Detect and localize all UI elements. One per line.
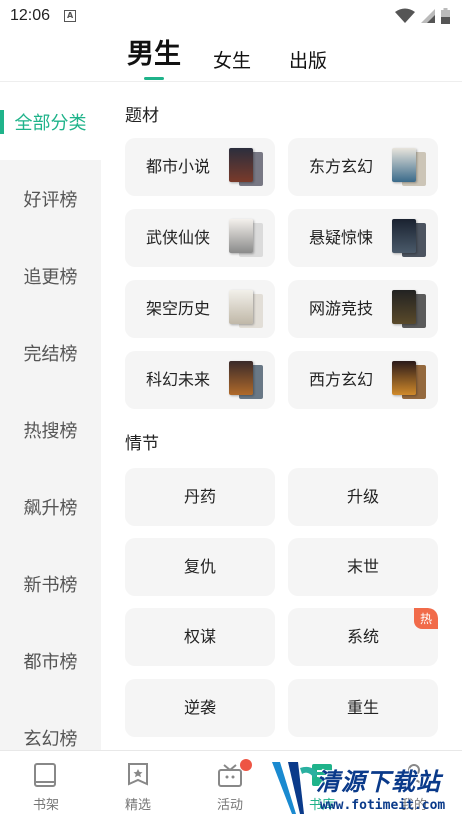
card-label: 武侠仙侠 — [146, 228, 211, 247]
nav-bookshelf[interactable]: 书架 — [0, 751, 92, 821]
genre-card-scifi[interactable]: 科幻未来 — [125, 351, 275, 409]
featured-icon — [128, 763, 148, 786]
genre-card-wuxia[interactable]: 武侠仙侠 — [125, 209, 275, 267]
plot-card-apocalypse[interactable]: 末世 — [288, 538, 438, 596]
card-label: 重生 — [346, 698, 379, 717]
plot-card-comeback[interactable]: 逆袭 — [125, 679, 275, 737]
card-label: 架空历史 — [146, 299, 211, 318]
genre-card-suspense[interactable]: 悬疑惊悚 — [288, 209, 438, 267]
book-cover — [392, 361, 416, 395]
card-label: 权谋 — [183, 627, 216, 646]
nav-featured[interactable]: 精选 — [92, 751, 184, 821]
watermark-title: 清源下载站 — [316, 768, 441, 796]
top-tabs: 男生 女生 出版 — [0, 32, 462, 82]
book-cover — [229, 148, 253, 182]
genre-card-eastern-fantasy[interactable]: 东方玄幻 — [288, 138, 438, 196]
genre-card-western-fantasy[interactable]: 西方玄幻 — [288, 351, 438, 409]
bookshelf-icon — [34, 763, 56, 787]
card-label: 都市小说 — [146, 157, 211, 176]
hot-badge: 热 — [413, 608, 438, 629]
watermark-logo-icon — [272, 762, 318, 814]
nav-label: 书架 — [32, 798, 59, 813]
book-cover — [229, 290, 253, 324]
plot-card-revenge[interactable]: 复仇 — [125, 538, 275, 596]
book-cover-stack — [229, 219, 263, 257]
card-label: 复仇 — [183, 557, 216, 576]
sidebar: 全部分类 好评榜 追更榜 完结榜 热搜榜 飙升榜 新书榜 都市榜 玄幻榜 — [0, 83, 101, 750]
book-cover-stack — [229, 290, 263, 328]
book-cover-stack — [392, 290, 426, 328]
battery-icon — [441, 8, 450, 24]
wifi-icon — [395, 8, 415, 23]
status-bar: 12:06 A — [0, 0, 462, 32]
genre-card-urban[interactable]: 都市小说 — [125, 138, 275, 196]
card-label: 网游竞技 — [309, 299, 374, 318]
card-label: 丹药 — [183, 487, 216, 506]
nav-label: 活动 — [216, 798, 243, 813]
plot-card-scheming[interactable]: 权谋 — [125, 608, 275, 666]
genre-card-gaming[interactable]: 网游竞技 — [288, 280, 438, 338]
card-label: 逆袭 — [183, 698, 216, 717]
watermark: 清源下载站 www.fotimeit.com — [270, 754, 460, 820]
tab-female[interactable]: 女生 — [213, 46, 251, 73]
sidebar-item-most-followed[interactable]: 追更榜 — [0, 237, 101, 314]
card-label: 末世 — [346, 557, 379, 576]
sidebar-item-all[interactable]: 全部分类 — [0, 83, 101, 160]
notification-icon: A — [64, 10, 77, 22]
book-cover-stack — [392, 219, 426, 257]
plot-card-system[interactable]: 系统 热 — [288, 608, 438, 666]
plot-card-rebirth[interactable]: 重生 — [288, 679, 438, 737]
sidebar-item-urban[interactable]: 都市榜 — [0, 622, 101, 699]
sidebar-item-top-rated[interactable]: 好评榜 — [0, 160, 101, 237]
watermark-url: www.fotimeit.com — [320, 798, 446, 813]
book-cover-stack — [229, 361, 263, 399]
sidebar-item-new-books[interactable]: 新书榜 — [0, 545, 101, 622]
status-indicators — [395, 8, 450, 24]
book-cover — [392, 219, 416, 253]
section-title-genre: 题材 — [125, 106, 159, 126]
card-label: 悬疑惊悚 — [309, 228, 374, 247]
notification-dot — [240, 759, 252, 771]
tab-male[interactable]: 男生 — [127, 32, 181, 71]
sidebar-item-hot-search[interactable]: 热搜榜 — [0, 391, 101, 468]
genre-card-alt-history[interactable]: 架空历史 — [125, 280, 275, 338]
book-cover-stack — [392, 361, 426, 399]
tab-indicator — [144, 77, 164, 80]
plot-card-elixir[interactable]: 丹药 — [125, 468, 275, 526]
card-label: 升级 — [346, 487, 379, 506]
tab-publish[interactable]: 出版 — [289, 46, 327, 73]
nav-activity[interactable]: 活动 — [184, 751, 276, 821]
signal-icon — [421, 9, 435, 23]
book-cover-stack — [392, 148, 426, 186]
section-title-plot: 情节 — [125, 434, 159, 454]
sidebar-item-fantasy[interactable]: 玄幻榜 — [0, 699, 101, 750]
sidebar-item-completed[interactable]: 完结榜 — [0, 314, 101, 391]
plot-card-level-up[interactable]: 升级 — [288, 468, 438, 526]
book-cover — [229, 219, 253, 253]
book-cover-stack — [229, 148, 263, 186]
book-cover — [392, 290, 416, 324]
card-label: 西方玄幻 — [309, 370, 374, 389]
status-time: 12:06 — [10, 7, 51, 24]
nav-label: 精选 — [124, 798, 151, 813]
card-label: 科幻未来 — [146, 370, 211, 389]
book-cover — [392, 148, 416, 182]
card-label: 东方玄幻 — [309, 157, 374, 176]
category-content: 题材 都市小说 东方玄幻 武侠仙侠 悬疑惊悚 架空历史 网游竞技 科幻未来 西方… — [101, 83, 462, 750]
sidebar-item-rising[interactable]: 飙升榜 — [0, 468, 101, 545]
book-cover — [229, 361, 253, 395]
